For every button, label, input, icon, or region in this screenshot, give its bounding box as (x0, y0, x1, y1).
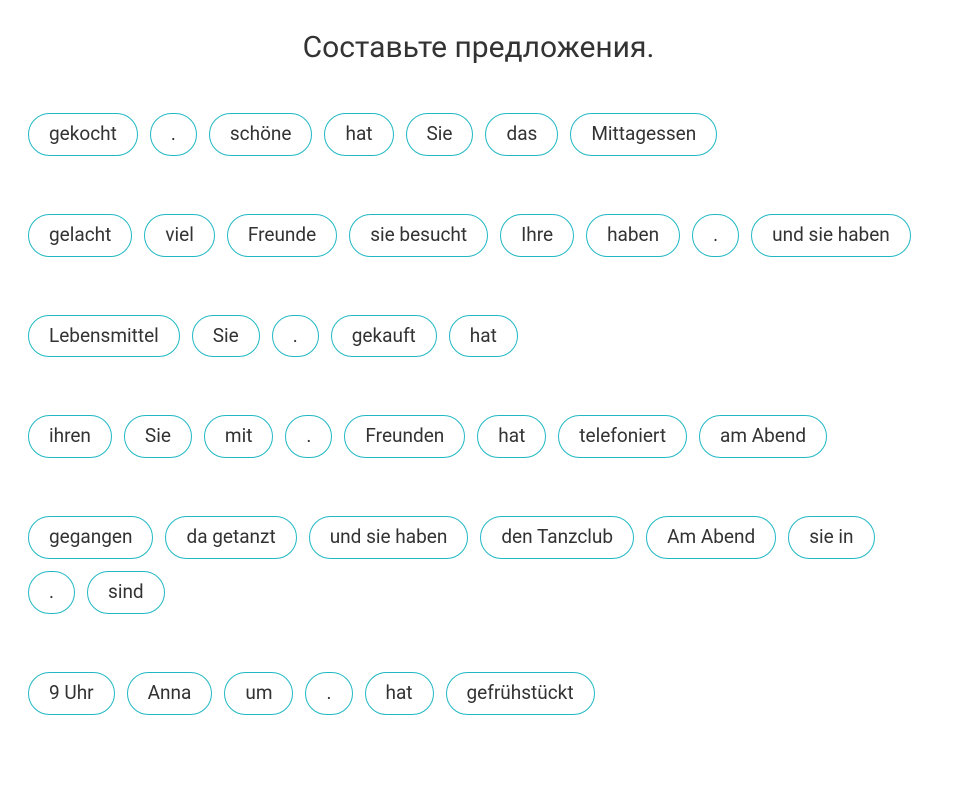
word-chip[interactable]: gefrühstückt (446, 672, 595, 715)
word-chip[interactable]: am Abend (699, 415, 827, 458)
word-chip[interactable]: um (224, 672, 293, 715)
word-chip[interactable]: . (692, 214, 739, 257)
word-chip[interactable]: gekocht (28, 113, 138, 156)
sentence-row: gegangen da getanzt und sie haben den Ta… (28, 516, 929, 614)
word-chip[interactable]: den Tanzclub (480, 516, 634, 559)
word-chip[interactable]: das (485, 113, 558, 156)
word-chip[interactable]: und sie haben (309, 516, 469, 559)
sentence-row: ihren Sie mit . Freunden hat telefoniert… (28, 415, 929, 458)
word-chip[interactable]: da getanzt (165, 516, 296, 559)
word-chip[interactable]: Am Abend (646, 516, 776, 559)
word-chip[interactable]: Ihre (500, 214, 574, 257)
word-chip[interactable]: sie in (788, 516, 874, 559)
word-chip[interactable]: ihren (28, 415, 112, 458)
word-chip[interactable]: hat (477, 415, 546, 458)
word-chip[interactable]: hat (324, 113, 393, 156)
word-chip[interactable]: sind (87, 571, 165, 614)
word-chip[interactable]: Sie (124, 415, 192, 458)
word-chip[interactable]: sie besucht (349, 214, 488, 257)
word-chip[interactable]: haben (586, 214, 680, 257)
word-chip[interactable]: gegangen (28, 516, 153, 559)
sentence-row: gelacht viel Freunde sie besucht Ihre ha… (28, 214, 929, 257)
word-chip[interactable]: 9 Uhr (28, 672, 115, 715)
word-chip[interactable]: . (150, 113, 197, 156)
word-chip[interactable]: . (28, 571, 75, 614)
word-chip[interactable]: Freunde (227, 214, 337, 257)
word-chip[interactable]: viel (144, 214, 215, 257)
exercise-title: Составьте предложения. (28, 30, 929, 65)
word-chip[interactable]: und sie haben (751, 214, 911, 257)
word-chip[interactable]: hat (449, 315, 518, 358)
word-chip[interactable]: telefoniert (558, 415, 687, 458)
sentence-row: Lebensmittel Sie . gekauft hat (28, 315, 929, 358)
word-chip[interactable]: Mittagessen (570, 113, 717, 156)
word-chip[interactable]: . (272, 315, 319, 358)
word-chip[interactable]: . (305, 672, 352, 715)
sentence-row: 9 Uhr Anna um . hat gefrühstückt (28, 672, 929, 715)
sentence-row: gekocht . schöne hat Sie das Mittagessen (28, 113, 929, 156)
word-chip[interactable]: mit (204, 415, 274, 458)
word-chip[interactable]: schöne (209, 113, 313, 156)
word-chip[interactable]: . (285, 415, 332, 458)
word-chip[interactable]: Lebensmittel (28, 315, 180, 358)
word-chip[interactable]: gelacht (28, 214, 132, 257)
word-chip[interactable]: Sie (406, 113, 474, 156)
word-chip[interactable]: Anna (127, 672, 213, 715)
word-chip[interactable]: Sie (192, 315, 260, 358)
word-chip[interactable]: Freunden (344, 415, 465, 458)
word-chip[interactable]: hat (365, 672, 434, 715)
word-chip[interactable]: gekauft (331, 315, 437, 358)
